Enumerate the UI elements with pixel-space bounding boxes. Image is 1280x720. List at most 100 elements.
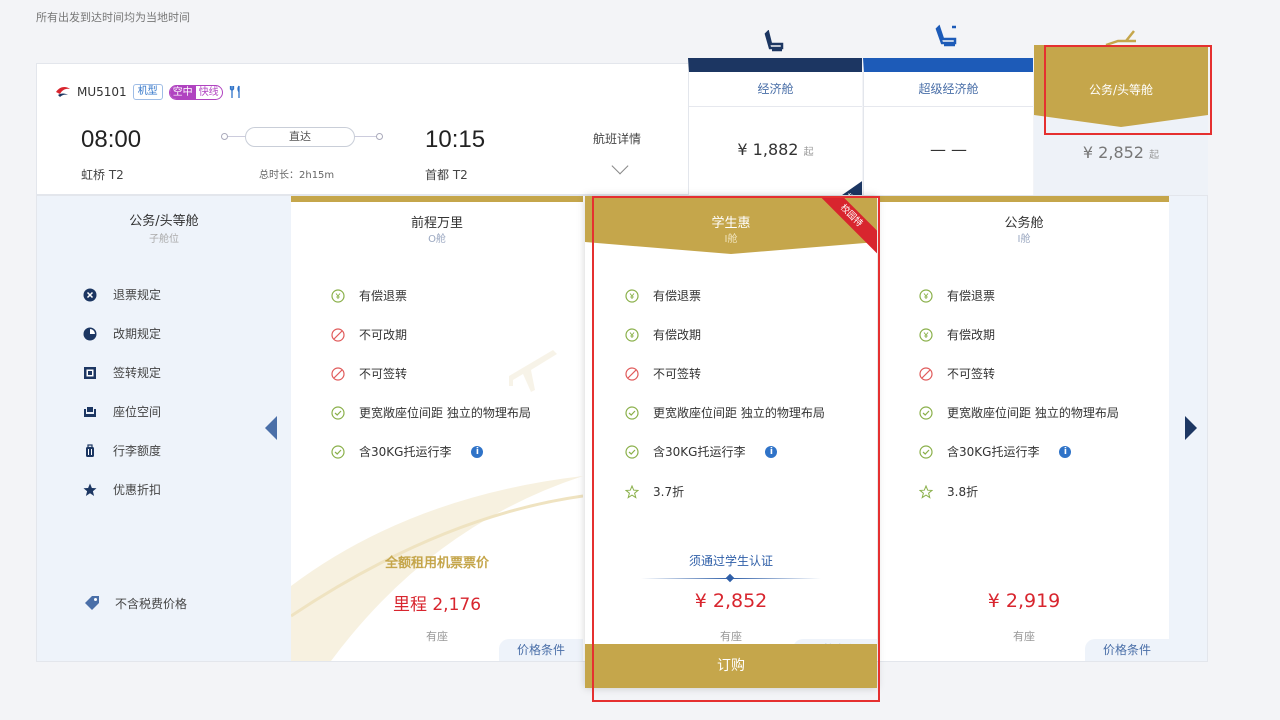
check-icon [919,405,933,420]
feature-text: 有偿退票 [947,289,996,303]
not-allowed-icon [331,366,345,381]
info-icon[interactable]: i [471,445,484,458]
paid-icon [625,327,639,342]
rule-seat-space: 座位空间 [83,403,161,420]
student-verification-note[interactable]: 须通过学生认证 [585,552,877,569]
flatbed-seat-icon [1105,30,1136,51]
divider [864,106,1033,107]
chevron-down-icon[interactable] [611,157,629,175]
fare-class: O舱 [428,234,446,245]
rule-discount: 优惠折扣 [83,481,161,498]
feature-text: 有偿退票 [653,289,702,303]
business-first-price-value: ¥ 2,852 [1082,143,1144,162]
paid-icon [331,288,345,303]
rule-baggage: 行李额度 [83,442,161,459]
book-button[interactable]: 订购 [585,644,877,688]
fare-name: 前程万里 [410,216,463,231]
luggage-icon [86,443,94,457]
reschedule-icon [83,327,97,340]
feature-text: 更宽敞座位间距 独立的物理布局 [653,406,825,420]
fare-price: ¥ 2,919 [987,590,1061,612]
campus-special-ribbon: 校园特 [817,196,877,256]
business-tab-header: 公务/头等舱 [1034,30,1208,115]
feature-endorse: 不可签转 [625,365,701,382]
business-first-label: 公务/头等舱 [1088,83,1154,97]
next-arrow-icon[interactable] [1185,416,1197,440]
tab-economy[interactable]: 经济舱 ¥ 1,882 起 校园特 [688,58,862,196]
feature-reschedule: 有偿改期 [919,326,995,343]
tab-business-first[interactable]: 公务/头等舱 ¥ 2,852 起 [1034,30,1208,196]
check-icon [331,405,345,420]
info-icon[interactable]: i [1059,445,1072,458]
feature-reschedule: 不可改期 [331,326,407,343]
business-tab-notch [1034,115,1208,127]
rule-refund: 退票规定 [83,286,161,303]
check-icon [625,444,639,459]
endorse-icon [84,366,96,379]
flight-summary-card: MU5101 机型 空中 快线 08:00 虹桥 T2 直达 总时长：2h15m… [36,63,688,195]
rule-refund-label: 退票规定 [113,288,162,302]
tab-premium-economy[interactable]: 超级经济舱 — — [863,58,1033,196]
diamond-icon [725,573,735,583]
plane-type-tag[interactable]: 机型 [132,84,163,100]
paid-icon [625,288,639,303]
not-allowed-icon [919,366,933,381]
premium-economy-price: — — [929,140,968,159]
feature-text: 3.7折 [653,485,685,499]
flight-duration: 总时长：2h15m [259,170,335,181]
feature-text: 含30KG托运行李 [947,445,1040,459]
feature-text: 不可签转 [947,367,996,381]
shuttle-tag-right: 快线 [198,86,219,98]
rule-endorse-label: 签转规定 [113,366,162,380]
paid-icon [919,288,933,303]
check-icon [331,444,345,459]
plane-watermark-icon [509,350,557,392]
direct-badge: 直达 [245,127,355,147]
fare-price: ¥ 2,852 [694,590,768,612]
star-outline-icon [625,484,639,499]
star-icon [83,483,97,496]
fare-option-miles: 前程万里 O舱 有偿退票 不可改期 不可签转 更宽敞座位间距 独立的物理布局 含… [291,196,583,661]
price-conditions-button[interactable]: 价格条件 [1085,639,1169,661]
airline-logo-icon [56,87,70,97]
feature-reschedule: 有偿改期 [625,326,701,343]
departure-time: 08:00 [81,126,142,153]
price-tag-icon [85,596,99,610]
fare-option-student: 学生惠 I舱 校园特 有偿退票 有偿改期 不可签转 更宽敞座位间距 独立的物理布… [585,196,877,688]
business-first-price-unit: 起 [1149,150,1160,161]
tax-note-label: 不含税费价格 [115,596,188,611]
feature-text: 有偿退票 [359,289,408,303]
feature-discount: 3.8折 [919,483,978,500]
shuttle-tag: 空中 快线 [168,84,223,100]
rule-endorse: 签转规定 [83,364,161,381]
rule-seat-space-label: 座位空间 [113,405,162,419]
promo-label: 全额租用机票票价 [384,556,489,571]
tax-note: 不含税费价格 [83,594,187,612]
feature-text: 不可签转 [653,367,702,381]
feature-text: 含30KG托运行李 [653,445,746,459]
business-first-price: ¥ 2,852 起 [1034,143,1208,162]
feature-seat: 更宽敞座位间距 独立的物理布局 [625,404,825,421]
price-conditions-button[interactable]: 价格条件 [499,639,583,661]
previous-arrow-icon[interactable] [265,416,277,440]
economy-seat-icon [764,30,784,52]
economy-label: 经济舱 [757,82,794,96]
info-icon[interactable]: i [765,445,778,458]
arrival-time: 10:15 [425,126,486,153]
feature-refund: 有偿退票 [331,287,407,304]
feature-baggage: 含30KG托运行李 i [331,443,484,460]
fare-top-bar [291,196,583,202]
premium-economy-label: 超级经济舱 [918,82,979,96]
feature-refund: 有偿退票 [919,287,995,304]
star-outline-icon [919,484,933,499]
feature-seat: 更宽敞座位间距 独立的物理布局 [919,404,1119,421]
check-icon [625,405,639,420]
rule-baggage-label: 行李额度 [113,444,162,458]
fare-top-bar [879,196,1169,202]
flight-detail-link[interactable]: 航班详情 [593,130,641,147]
local-time-note: 所有出发到达时间均为当地时间 [36,11,190,24]
meal-icon [229,85,240,98]
airline-row: MU5101 机型 空中 快线 [55,84,243,100]
feature-text: 更宽敞座位间距 独立的物理布局 [359,406,531,420]
feature-text: 3.8折 [947,485,979,499]
